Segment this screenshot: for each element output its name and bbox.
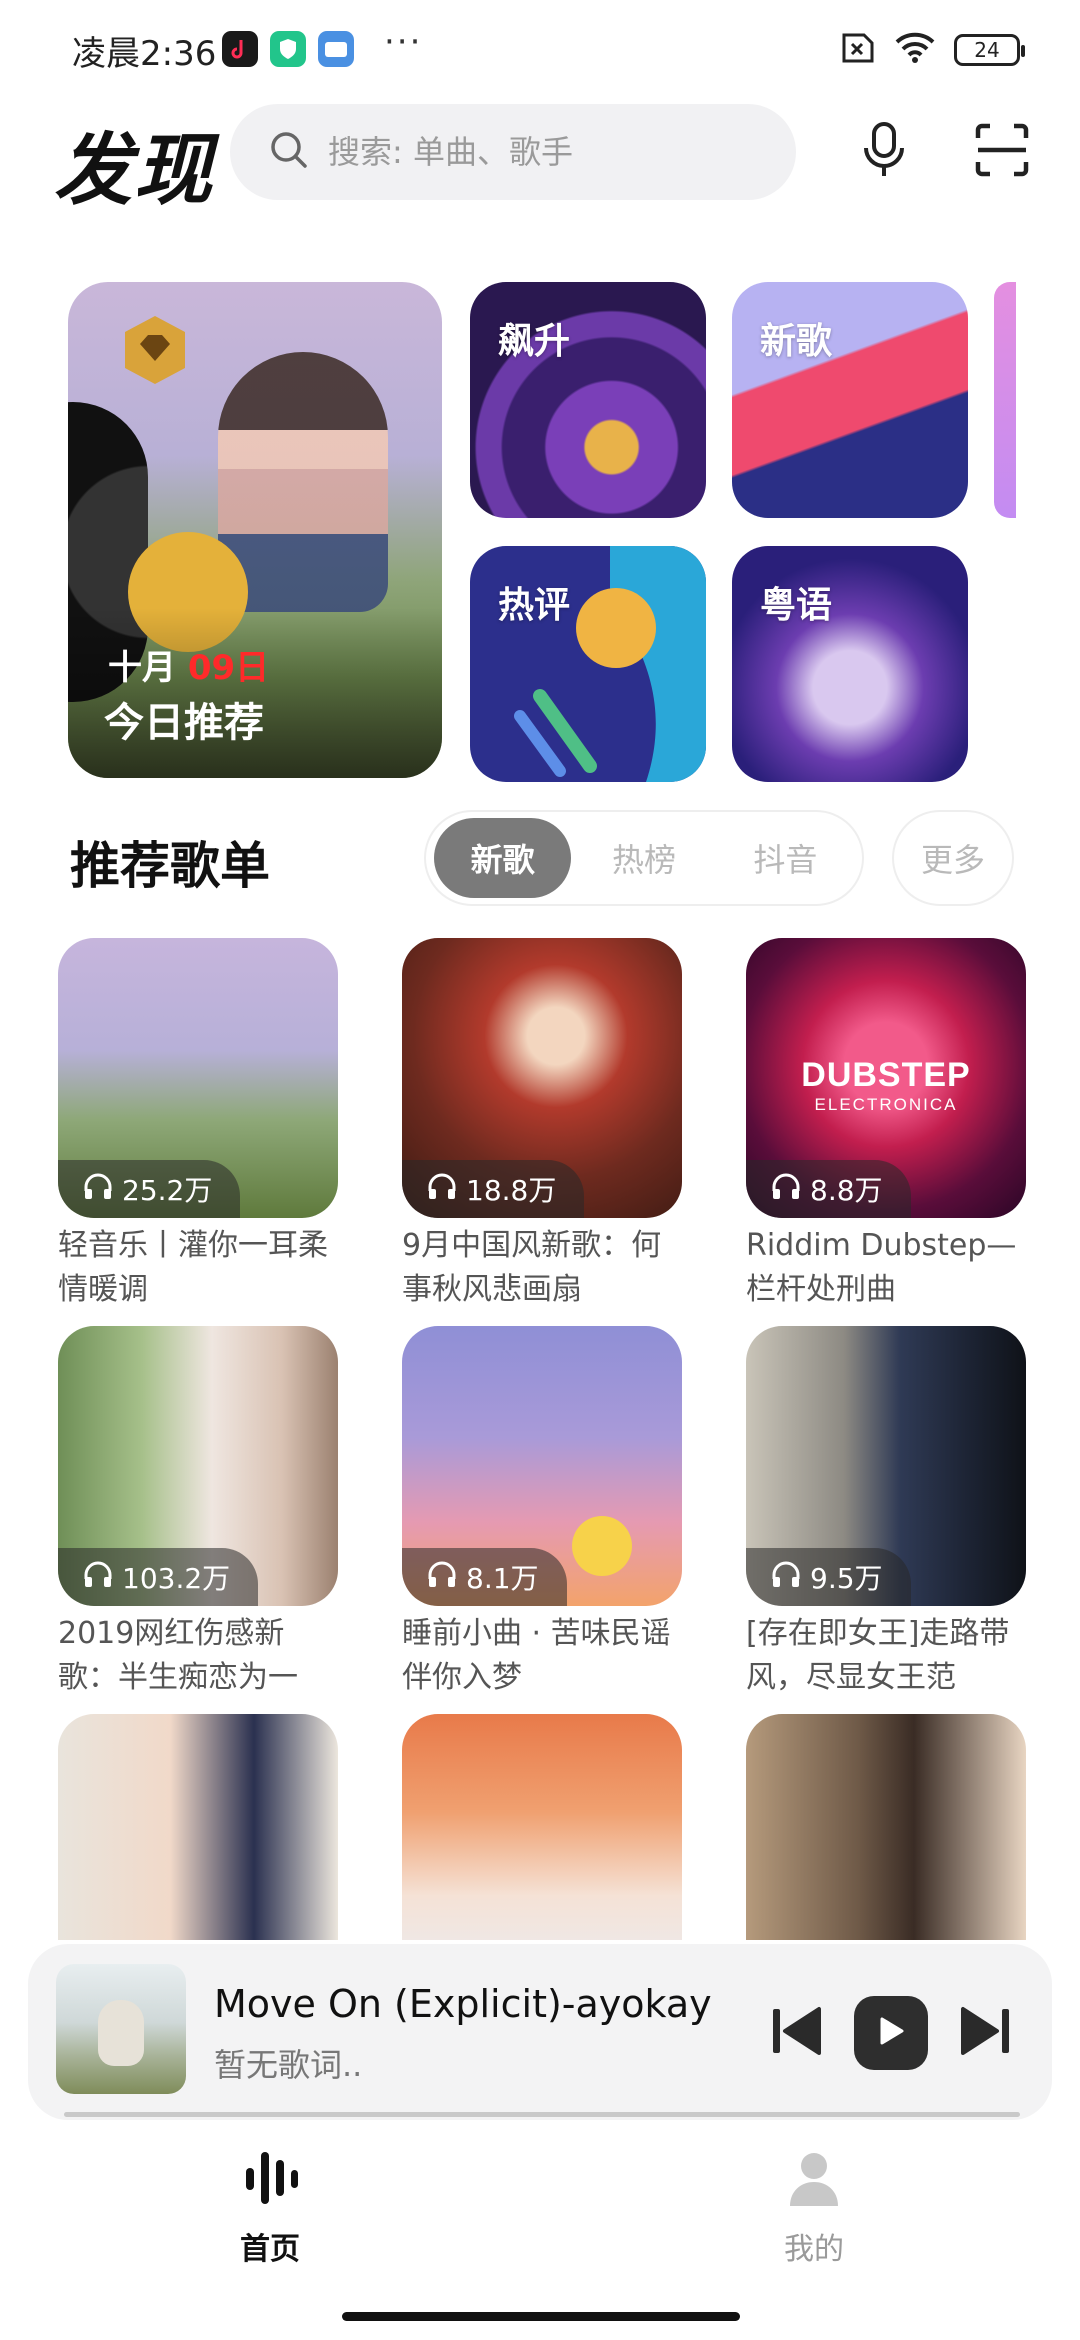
- playlist-cover: [746, 1714, 1026, 1940]
- more-notifications-icon: ···: [384, 22, 423, 62]
- playlist-grid: 25.2万 轻音乐丨灌你一耳柔情暖调 18.8万 9月中国风新歌：何事秋风悲画扇…: [58, 938, 1026, 1940]
- playlist-card[interactable]: 8.1万 睡前小曲 · 苦味民谣伴你入梦: [402, 1326, 682, 1700]
- headphones-icon: [426, 1559, 458, 1596]
- nav-home-label: 首页: [240, 2232, 300, 2267]
- tab-hot-list[interactable]: 热榜: [575, 818, 712, 898]
- cover-art-subtext: ELECTRONICA: [814, 1095, 958, 1114]
- tile-label: 飙升: [498, 321, 571, 362]
- wifi-icon: [894, 32, 936, 68]
- playlist-card[interactable]: 25.2万 轻音乐丨灌你一耳柔情暖调: [58, 938, 338, 1312]
- playlist-title: 2019网红伤感新歌：半生痴恋为一: [58, 1616, 298, 1695]
- play-count: 8.1万: [466, 1562, 539, 1595]
- section-title: 推荐歌单: [70, 837, 270, 895]
- play-count: 9.5万: [810, 1562, 883, 1595]
- search-input[interactable]: [328, 133, 768, 171]
- playback-progress-bar[interactable]: [64, 2112, 1020, 2117]
- play-icon: [876, 2015, 906, 2051]
- playlist-cover: 25.2万: [58, 938, 338, 1218]
- wallet-app-icon: [318, 31, 354, 67]
- search-bar[interactable]: [230, 104, 796, 200]
- mini-player[interactable]: Move On (Explicit)-ayokay 暂无歌词..: [28, 1944, 1052, 2120]
- nav-mine[interactable]: 我的: [734, 2148, 894, 2268]
- playlist-cover: 103.2万: [58, 1326, 338, 1606]
- headphones-icon: [82, 1559, 114, 1596]
- playlist-cover: 8.1万: [402, 1326, 682, 1606]
- tile-label: 新歌: [760, 321, 833, 362]
- today-recommend-label: 今日推荐: [104, 700, 264, 746]
- scan-icon: [974, 122, 1030, 182]
- playlist-cover: [402, 1714, 682, 1940]
- playlist-cover: DUBSTEP ELECTRONICA 8.8万: [746, 938, 1026, 1218]
- playlist-card[interactable]: [746, 1714, 1026, 1940]
- headphones-icon: [82, 1171, 114, 1208]
- battery-indicator: 24: [954, 34, 1025, 66]
- nav-mine-label: 我的: [784, 2232, 844, 2267]
- nav-home[interactable]: 首页: [190, 2148, 350, 2268]
- microphone-icon: [860, 120, 908, 184]
- tile-cantonese[interactable]: 粤语: [732, 546, 968, 782]
- tile-hot-comments[interactable]: 热评: [470, 546, 706, 782]
- diamond-badge-icon: [122, 314, 188, 386]
- playlist-card[interactable]: DUBSTEP ELECTRONICA 8.8万 Riddim Dubstep—…: [746, 938, 1026, 1312]
- playlist-title: 9月中国风新歌：何事秋风悲画扇: [402, 1228, 662, 1307]
- date-month: 十月: [108, 648, 176, 688]
- home-indicator: [342, 2312, 740, 2321]
- headphones-icon: [426, 1171, 458, 1208]
- headphones-icon: [770, 1171, 802, 1208]
- headphones-icon: [770, 1559, 802, 1596]
- playlist-title: 睡前小曲 · 苦味民谣伴你入梦: [402, 1616, 671, 1695]
- next-button[interactable]: [950, 1998, 1020, 2068]
- playlist-card[interactable]: [58, 1714, 338, 1940]
- next-track-icon: [957, 2005, 1013, 2061]
- previous-track-icon: [769, 2005, 825, 2061]
- playlist-card[interactable]: 9.5万 [存在即女王]走路带风，尽显女王范: [746, 1326, 1026, 1700]
- search-icon: [268, 129, 310, 175]
- previous-button[interactable]: [762, 1998, 832, 2068]
- playlist-card[interactable]: 18.8万 9月中国风新歌：何事秋风悲画扇: [402, 938, 682, 1312]
- scan-button[interactable]: [962, 112, 1042, 192]
- playlist-title: Riddim Dubstep—栏杆处刑曲: [746, 1228, 1017, 1307]
- playlist-cover: 9.5万: [746, 1326, 1026, 1606]
- playlist-card[interactable]: [402, 1714, 682, 1940]
- daily-recommend-card[interactable]: 十月 09日 今日推荐: [68, 282, 442, 778]
- tile-label: 热评: [498, 585, 571, 626]
- equalizer-icon: [240, 2148, 300, 2212]
- page-title: 发现: [54, 126, 215, 216]
- tiktok-app-icon: [222, 31, 258, 67]
- playlist-cover: [58, 1714, 338, 1940]
- tab-douyin[interactable]: 抖音: [717, 818, 854, 898]
- playlist-title: 轻音乐丨灌你一耳柔情暖调: [58, 1228, 328, 1307]
- tile-peek[interactable]: [994, 282, 1016, 518]
- tile-new-songs[interactable]: 新歌: [732, 282, 968, 518]
- status-bar: 凌晨2:36 ··· 24: [0, 0, 1080, 96]
- user-icon: [784, 2148, 844, 2212]
- sun-shape: [572, 1516, 632, 1576]
- play-count: 103.2万: [122, 1562, 231, 1595]
- tile-label: 粤语: [760, 585, 833, 626]
- no-sim-icon: [836, 32, 876, 68]
- now-playing-lyric: 暂无歌词..: [214, 2046, 363, 2084]
- now-playing-cover: [56, 1964, 186, 2094]
- playlist-title: [存在即女王]走路带风，尽显女王范: [746, 1616, 1010, 1695]
- cover-art-text: DUBSTEP: [801, 1056, 971, 1094]
- play-count: 25.2万: [122, 1174, 213, 1207]
- tab-new-songs[interactable]: 新歌: [434, 818, 572, 898]
- date-day: 09日: [187, 648, 270, 688]
- shield-app-icon: [270, 31, 306, 67]
- play-count: 18.8万: [466, 1174, 557, 1207]
- play-count: 8.8万: [810, 1174, 883, 1207]
- tile-rising-chart[interactable]: 飙升: [470, 282, 706, 518]
- playlist-tabs: 新歌 热榜 抖音: [424, 810, 864, 906]
- now-playing-title: Move On (Explicit)-ayokay: [214, 1982, 712, 2026]
- playlist-card[interactable]: 103.2万 2019网红伤感新歌：半生痴恋为一: [58, 1326, 338, 1700]
- more-button[interactable]: 更多: [892, 810, 1014, 906]
- voice-search-button[interactable]: [844, 112, 924, 192]
- play-button[interactable]: [854, 1996, 928, 2070]
- status-time: 凌晨2:36: [72, 34, 217, 74]
- playlist-cover: 18.8万: [402, 938, 682, 1218]
